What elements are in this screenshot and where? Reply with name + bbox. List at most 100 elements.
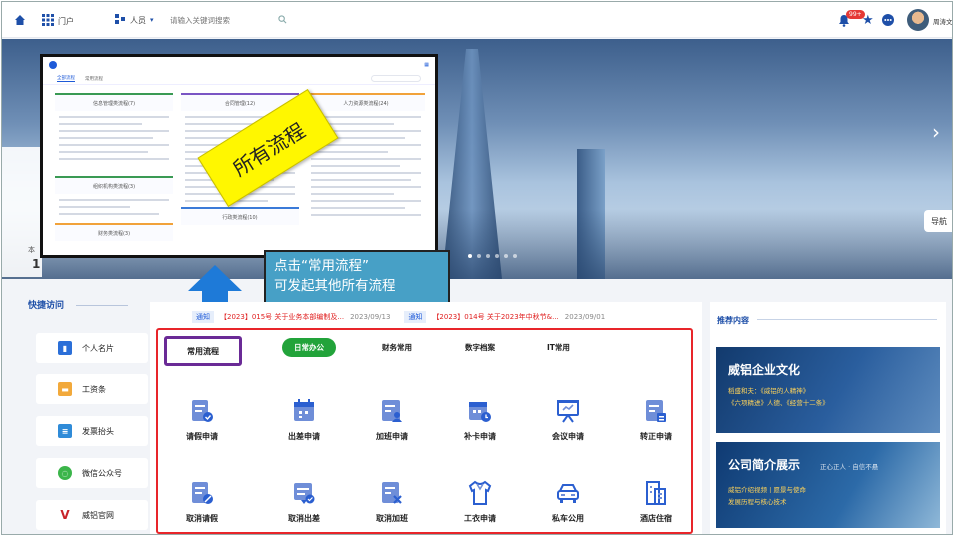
popup-tab-common[interactable]: 常用流程 <box>85 76 103 82</box>
quick-access: 快捷访问 <box>28 298 138 314</box>
home-icon[interactable] <box>14 14 26 26</box>
process-uniform[interactable]: 工衣申请 <box>440 480 520 534</box>
invoice-icon: ≡ <box>58 424 72 438</box>
scope-select[interactable]: 人员 ▾ <box>114 13 154 27</box>
nav-button[interactable]: 导航 <box>924 210 952 232</box>
quick-item-website[interactable]: V 威铝官网 <box>36 500 148 530</box>
quick-item-invoice[interactable]: ≡ 发票抬头 <box>36 416 148 446</box>
process-tabs: 日常办公 财务常用 数字档案 IT常用 <box>162 338 682 364</box>
quick-item-label: 个人名片 <box>82 343 114 353</box>
process-label: 酒店住宿 <box>640 514 672 523</box>
popup-column-info: 信息管理类流程(7) 组织机构类流程(3) 财务类流程(3) <box>55 93 173 241</box>
process-hotel[interactable]: 酒店住宿 <box>616 480 696 534</box>
chevron-down-icon: ▾ <box>150 16 154 24</box>
popup-column-title: 组织机构类流程(3) <box>55 176 173 194</box>
tip-line-1: 点击“常用流程” <box>274 258 369 274</box>
car-icon <box>557 484 579 503</box>
profile-card-label: 本 <box>28 246 35 254</box>
process-meeting[interactable]: 会议申请 <box>528 398 608 458</box>
process-label: 工衣申请 <box>464 514 496 523</box>
notice-tag: 通知 <box>192 311 214 323</box>
process-label: 私车公用 <box>552 514 584 523</box>
process-cancel-trip[interactable]: 取消出差 <box>264 480 344 534</box>
popup-column-title: 财务类流程(3) <box>55 223 173 241</box>
search-box <box>170 12 300 28</box>
process-clock-fix[interactable]: 补卡申请 <box>440 398 520 458</box>
popup-search-input[interactable] <box>371 75 421 82</box>
notice-tag: 通知 <box>404 311 427 323</box>
process-label: 取消加班 <box>376 514 408 523</box>
process-label: 补卡申请 <box>464 432 496 441</box>
process-label: 取消请假 <box>186 514 218 523</box>
quick-item-label: 发票抬头 <box>82 426 114 436</box>
star-icon[interactable]: ★ <box>862 13 874 28</box>
all-processes-popup: ▦ 全部流程 常用流程 信息管理类流程(7) 组织机构类流程(3) 财务类流程(… <box>40 54 438 258</box>
tab-it[interactable]: IT常用 <box>547 342 570 353</box>
quick-item-payslip[interactable]: ▬ 工资条 <box>36 374 148 404</box>
user-name[interactable]: 周涛文 <box>933 16 952 26</box>
process-overtime[interactable]: 加班申请 <box>352 398 432 458</box>
culture-card-title: 威铝企业文化 <box>728 363 801 377</box>
app-window: 门户 人员 ▾ 99+ ★ 周涛文 本 1 <box>1 1 953 535</box>
quick-access-title: 快捷访问 <box>28 298 138 314</box>
process-business-trip[interactable]: 出差申请 <box>264 398 344 458</box>
process-cancel-leave[interactable]: 取消请假 <box>162 480 242 534</box>
culture-card-line: 稻盛和夫：《威铝的人精神》 <box>728 387 810 395</box>
portal-label: 门户 <box>58 16 74 26</box>
carousel-dots[interactable] <box>468 254 517 258</box>
tab-archive[interactable]: 数字档案 <box>465 342 495 353</box>
logo-icon <box>49 61 57 69</box>
tab-finance[interactable]: 财务常用 <box>382 342 412 353</box>
quick-item-wechat[interactable]: ◌ 微信公众号 <box>36 458 148 488</box>
quick-item-business-card[interactable]: ▮ 个人名片 <box>36 333 148 363</box>
id-card-icon: ▮ <box>58 341 72 355</box>
tip-line-2: 可发起其他所有流程 <box>274 278 396 294</box>
company-card-line: 威铝介绍视频丨愿景与使命 <box>728 486 806 494</box>
wechat-icon: ◌ <box>58 466 72 480</box>
company-intro-card[interactable]: 公司简介展示 正心正人 · 自信不悬 威铝介绍视频丨愿景与使命 发展历程与核心技… <box>716 442 940 528</box>
form-check-icon <box>192 400 213 422</box>
process-cancel-overtime[interactable]: 取消加班 <box>352 480 432 534</box>
portal-menu[interactable]: 门户 <box>42 14 74 28</box>
process-label: 加班申请 <box>376 432 408 441</box>
quick-item-label: 威铝官网 <box>82 510 114 520</box>
quick-item-label: 微信公众号 <box>82 468 122 478</box>
process-regularization[interactable]: 转正申请 <box>616 398 696 458</box>
notice-date: 2023/09/13 <box>350 313 391 321</box>
calendar-clock-icon <box>469 402 491 422</box>
culture-card[interactable]: 威铝企业文化 稻盛和夫：《威铝的人精神》 《六项精进》人德、《经营十二条》 <box>716 347 940 433</box>
process-leave[interactable]: 请假申请 <box>162 398 242 458</box>
search-icon[interactable] <box>278 14 287 26</box>
popup-column-title: 人力资源类流程(24) <box>307 93 425 111</box>
top-bar: 门户 人员 ▾ 99+ ★ 周涛文 <box>2 2 952 38</box>
divider <box>757 319 937 320</box>
avatar[interactable] <box>907 9 929 31</box>
grid-icon <box>42 14 54 28</box>
shirt-icon <box>468 480 492 505</box>
briefcase-cancel-icon <box>294 483 315 504</box>
more-icon[interactable] <box>882 14 894 29</box>
presentation-icon <box>557 400 579 423</box>
notice-date: 2023/09/01 <box>564 313 606 321</box>
tip-callout: 点击“常用流程” 可发起其他所有流程 <box>264 250 450 304</box>
form-stamp-icon <box>646 400 666 422</box>
org-icon <box>114 13 126 27</box>
tab-daily-office[interactable]: 日常办公 <box>282 338 336 357</box>
profile-card-count: 1 <box>32 257 41 271</box>
company-card-line: 发展历程与核心技术 <box>728 498 787 506</box>
process-private-car[interactable]: 私车公用 <box>528 480 608 534</box>
popup-tab-all[interactable]: 全部流程 <box>57 75 75 82</box>
wallet-icon: ▬ <box>58 382 72 396</box>
search-input[interactable] <box>170 15 270 25</box>
grid-icon: ▦ <box>424 62 429 68</box>
form-cancel-icon <box>192 482 213 504</box>
popup-tabs: 全部流程 常用流程 <box>43 73 435 85</box>
chevron-right-icon[interactable]: › <box>932 120 940 144</box>
notice-bar: 通知 【2023】015号 关于业务本部编制及... 2023/09/13 通知… <box>192 311 605 323</box>
popup-column-hr: 人力资源类流程(24) <box>307 93 425 221</box>
company-card-title: 公司简介展示 <box>728 458 801 472</box>
notice-link[interactable]: 【2023】014号 关于2023年中秋节&... <box>432 312 558 322</box>
popup-header: ▦ <box>43 57 435 73</box>
scope-value: 人员 <box>130 15 146 25</box>
notice-link[interactable]: 【2023】015号 关于业务本部编制及... <box>220 312 344 322</box>
